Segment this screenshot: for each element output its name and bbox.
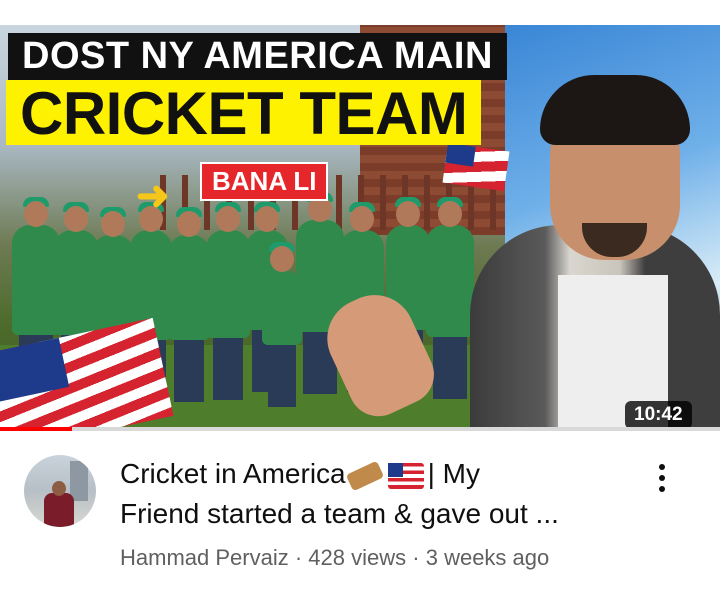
upload-age: 3 weeks ago: [425, 545, 550, 570]
meta-separator: ·: [412, 545, 420, 570]
arrow-icon: ➜: [136, 174, 170, 218]
video-title-line-2: Friend started a team & gave out ...: [120, 498, 559, 529]
video-duration: 10:42: [625, 401, 692, 427]
watch-progress-fill: [0, 427, 72, 431]
team-player: [92, 207, 134, 397]
meta-separator: ·: [294, 545, 303, 570]
thumbnail-title-line-2: CRICKET TEAM: [6, 80, 482, 145]
team-player: [206, 202, 250, 400]
thumbnail-badge: BANA LI: [200, 162, 329, 201]
team-player: [12, 197, 60, 397]
video-metadata: Hammad Pervaiz · 428 views · 3 weeks ago: [120, 545, 549, 571]
us-flag-icon: [387, 462, 424, 489]
team-player: [426, 197, 474, 399]
view-count: 428 views: [308, 545, 407, 570]
host-portrait: [470, 55, 720, 427]
video-thumbnail[interactable]: DOST NY AMERICA MAIN CRICKET TEAM ➜ BANA…: [0, 25, 720, 427]
more-vertical-icon[interactable]: [650, 460, 674, 496]
team-player: [168, 207, 210, 402]
channel-name[interactable]: Hammad Pervaiz: [120, 545, 289, 570]
watch-progress-bar: [0, 427, 720, 431]
thumbnail-title-line-1: DOST NY AMERICA MAIN: [8, 33, 507, 80]
video-title-line-1: Cricket in America | My: [120, 458, 481, 491]
video-title[interactable]: Cricket in America | My Friend started a …: [120, 454, 640, 534]
channel-avatar[interactable]: [24, 455, 96, 527]
cricket-bat-icon: [345, 460, 384, 491]
